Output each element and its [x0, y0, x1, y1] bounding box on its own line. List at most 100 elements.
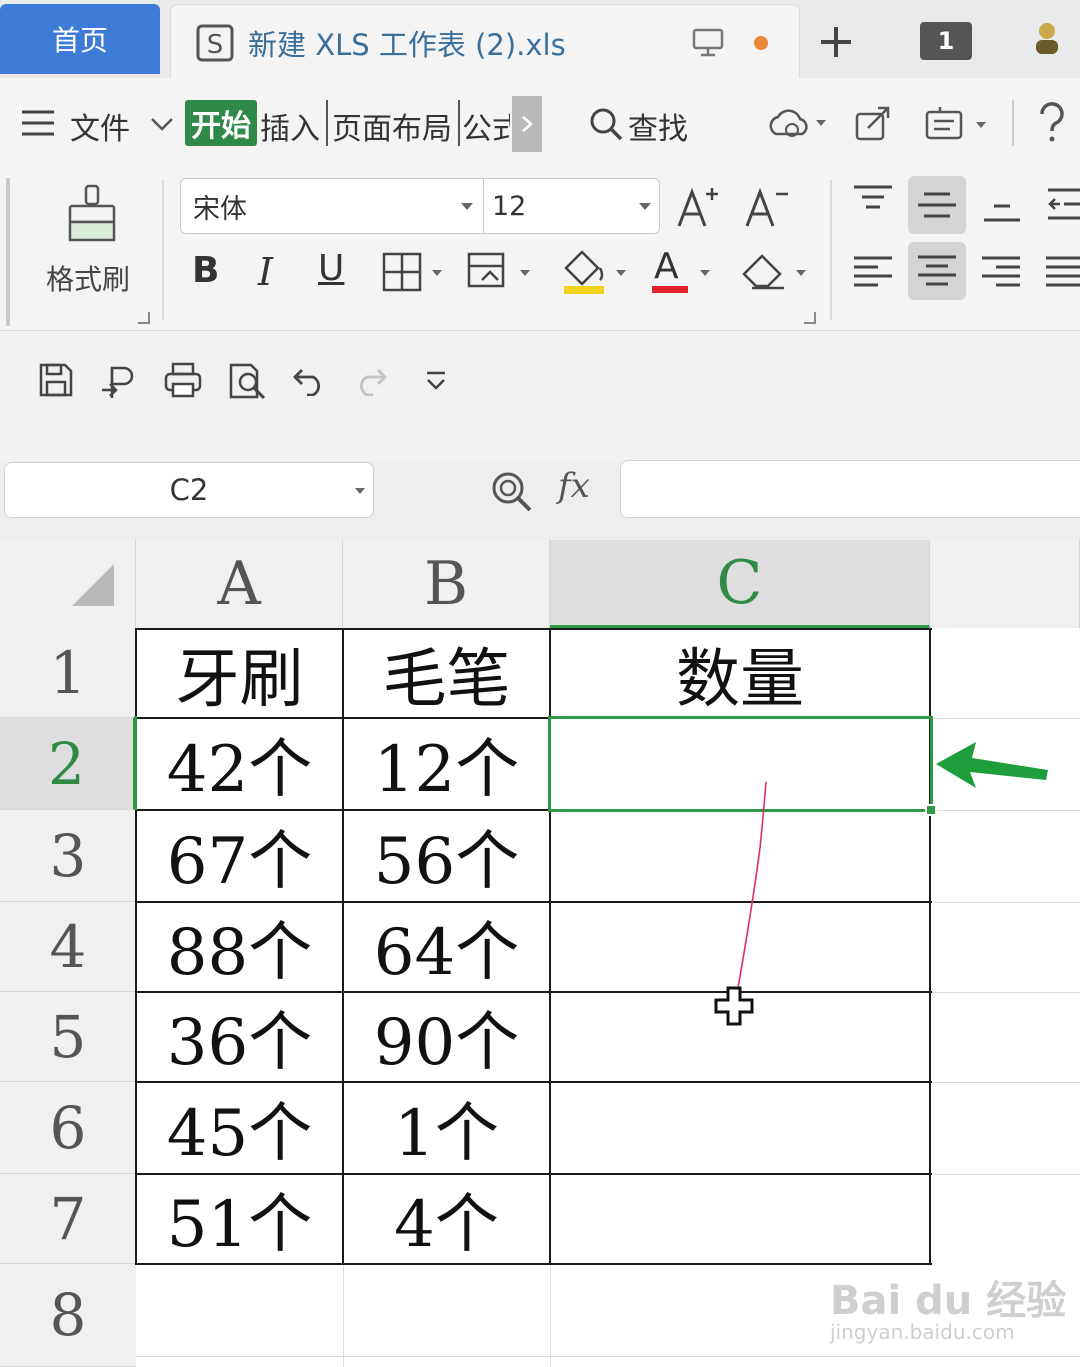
zoom-search-icon[interactable]	[490, 470, 534, 514]
cell-c6[interactable]	[551, 1083, 929, 1173]
eraser-icon[interactable]	[740, 248, 810, 292]
search-icon[interactable]	[588, 106, 624, 142]
align-right-icon[interactable]	[980, 254, 1022, 290]
chevron-down-icon[interactable]	[150, 116, 174, 132]
row-header-6[interactable]: 6	[0, 1082, 136, 1174]
caret-down-icon[interactable]	[698, 268, 712, 278]
column-header-d[interactable]	[930, 540, 1080, 628]
align-center-button[interactable]	[908, 242, 966, 300]
cell-b1[interactable]: 毛笔	[344, 630, 549, 717]
cell-c1[interactable]: 数量	[551, 630, 929, 717]
cell-b7[interactable]: 4个	[344, 1175, 549, 1263]
align-left-icon[interactable]	[852, 254, 894, 290]
annotation-arrow-icon	[934, 740, 1054, 790]
font-size-select[interactable]: 12	[484, 178, 660, 234]
caret-down-icon	[355, 488, 365, 494]
clipboard-group-launcher[interactable]	[138, 312, 150, 324]
row-selection-indicator	[134, 716, 137, 810]
cell-b3[interactable]: 56个	[344, 811, 549, 901]
row-header-4[interactable]: 4	[0, 902, 136, 992]
formula-input[interactable]	[620, 460, 1080, 518]
gridline	[930, 902, 1080, 903]
decrease-font-size-icon[interactable]	[744, 184, 790, 230]
name-box[interactable]: C2	[4, 462, 374, 518]
select-all-triangle-icon	[72, 564, 114, 606]
row-header-8[interactable]: 8	[0, 1264, 136, 1367]
user-avatar[interactable]	[1032, 20, 1062, 56]
indent-icon[interactable]	[1046, 186, 1080, 222]
menu-start[interactable]: 开始	[185, 100, 257, 146]
font-group-launcher[interactable]	[804, 312, 816, 324]
cell-b8[interactable]	[344, 1265, 549, 1355]
export-pdf-icon[interactable]	[100, 362, 140, 400]
gridline	[136, 1356, 1080, 1357]
format-painter-button[interactable]: 格式刷	[30, 182, 154, 324]
cell-a2[interactable]: 42个	[137, 719, 342, 809]
cell-c7[interactable]	[551, 1175, 929, 1263]
hamburger-menu-icon[interactable]	[20, 108, 56, 138]
cell-a1[interactable]: 牙刷	[137, 630, 342, 717]
format-painter-label: 格式刷	[46, 263, 131, 296]
column-header-c[interactable]: C	[550, 540, 930, 628]
unsaved-dot-icon	[754, 36, 768, 50]
cloud-sync-icon[interactable]	[766, 106, 828, 142]
undo-icon[interactable]	[292, 364, 328, 396]
align-bottom-icon[interactable]	[982, 196, 1022, 226]
cell-a3[interactable]: 67个	[137, 811, 342, 901]
cell-b6[interactable]: 1个	[344, 1083, 549, 1173]
collaborate-icon[interactable]	[924, 104, 990, 142]
print-icon[interactable]	[164, 362, 202, 398]
underline-button[interactable]: U	[318, 248, 344, 289]
share-icon[interactable]	[854, 104, 892, 142]
justify-icon[interactable]	[1044, 254, 1080, 290]
row-header-5[interactable]: 5	[0, 992, 136, 1082]
cell-b2[interactable]: 12个	[344, 719, 549, 809]
fill-handle[interactable]	[925, 804, 937, 816]
column-header-b[interactable]: B	[343, 540, 550, 628]
increase-font-size-icon[interactable]	[676, 184, 722, 230]
select-all-corner[interactable]	[0, 540, 136, 628]
cell-b5[interactable]: 90个	[344, 993, 549, 1081]
help-icon[interactable]	[1036, 102, 1068, 144]
menu-file[interactable]: 文件	[70, 104, 130, 148]
ribbon-divider	[830, 180, 832, 320]
save-icon[interactable]	[38, 362, 74, 398]
cell-b4[interactable]: 64个	[344, 903, 549, 991]
font-color-button[interactable]: A	[650, 246, 690, 296]
menu-formula[interactable]: 公式	[462, 104, 510, 148]
borders-icon[interactable]	[382, 252, 446, 292]
italic-button[interactable]: I	[258, 250, 273, 294]
font-name-select[interactable]: 宋体	[180, 178, 484, 234]
window-count-badge[interactable]: 1	[920, 22, 972, 60]
row-header-3[interactable]: 3	[0, 810, 136, 902]
align-top-icon[interactable]	[852, 184, 894, 214]
menu-page-layout[interactable]: 页面布局	[332, 104, 452, 148]
new-tab-plus-icon[interactable]	[818, 24, 854, 60]
tab-home[interactable]: 首页	[0, 4, 160, 74]
insert-function-button[interactable]: fx	[558, 466, 590, 506]
cell-a6[interactable]: 45个	[137, 1083, 342, 1173]
menu-find[interactable]: 查找	[628, 104, 688, 148]
cell-a7[interactable]: 51个	[137, 1175, 342, 1263]
menu-scroll-right[interactable]	[512, 96, 542, 152]
row-header-1[interactable]: 1	[0, 628, 136, 718]
align-middle-button[interactable]	[908, 176, 966, 234]
menu-insert[interactable]: 插入	[260, 104, 320, 148]
row-header-2[interactable]: 2	[0, 718, 136, 810]
ribbon-edge	[6, 178, 10, 326]
menu-divider	[458, 100, 460, 146]
row-header-7[interactable]: 7	[0, 1174, 136, 1264]
bold-button[interactable]: B	[192, 250, 219, 291]
customize-toolbar-icon[interactable]	[424, 370, 448, 392]
print-preview-icon[interactable]	[228, 362, 268, 400]
monitor-icon[interactable]	[692, 28, 724, 58]
fill-color-icon[interactable]	[560, 246, 630, 296]
cell-a8[interactable]	[137, 1265, 342, 1355]
cell-a5[interactable]: 36个	[137, 993, 342, 1081]
quick-access-toolbar	[0, 331, 1080, 461]
column-header-a[interactable]: A	[136, 540, 343, 628]
cell-reference: C2	[169, 473, 209, 507]
ribbon-divider	[162, 180, 164, 320]
cell-a4[interactable]: 88个	[137, 903, 342, 991]
cell-style-icon[interactable]	[466, 250, 534, 292]
